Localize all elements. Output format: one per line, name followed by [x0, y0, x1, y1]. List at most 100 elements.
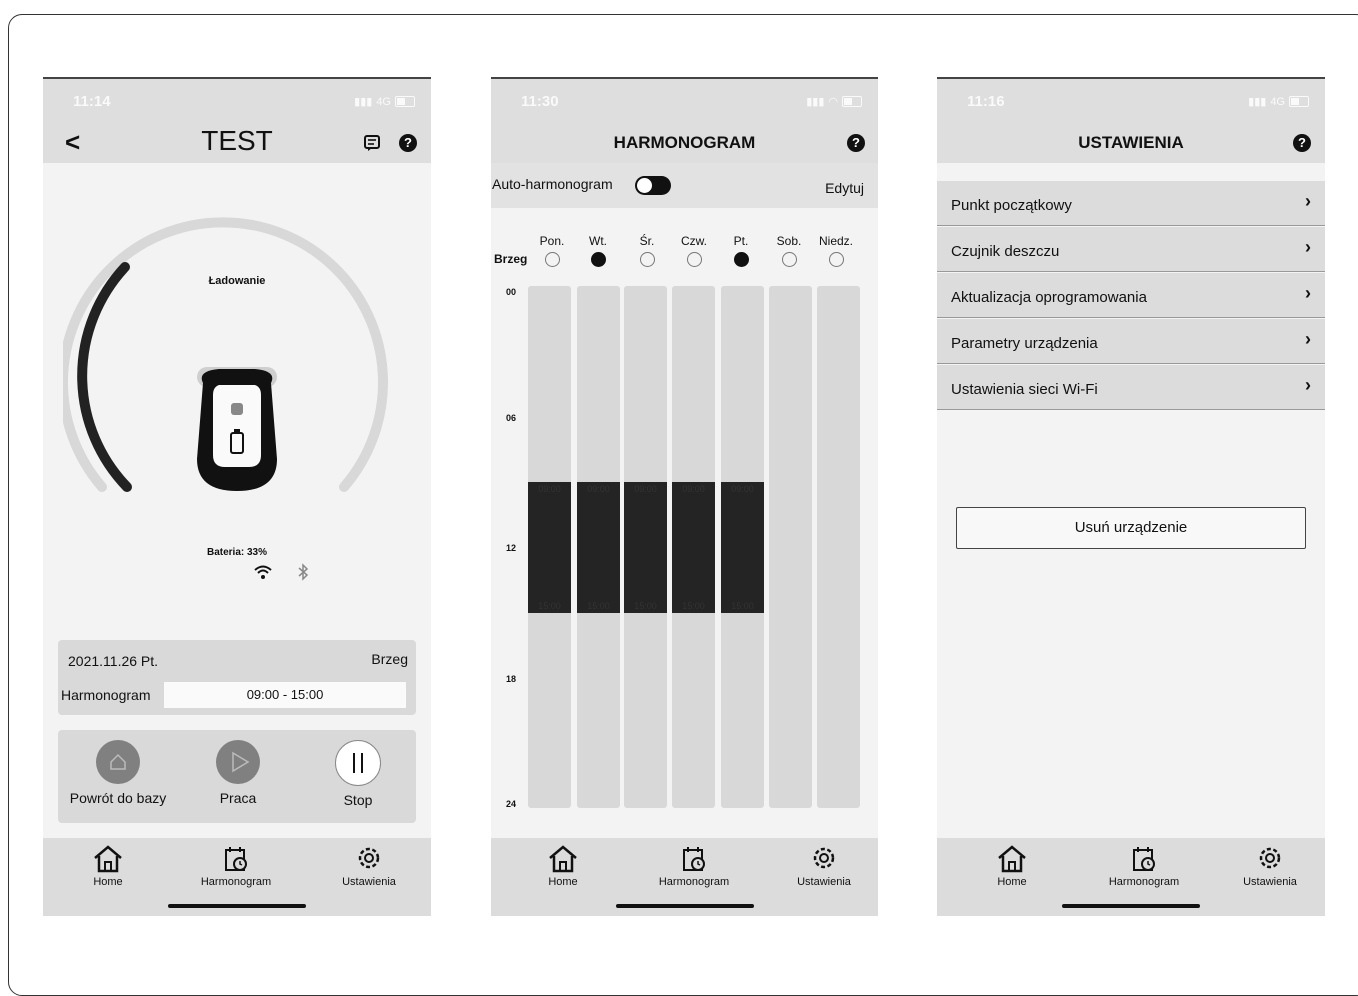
phone-device-screen: 11:14 ▮▮▮ 4G < TEST ? Ładowanie Bateria:…	[43, 77, 431, 916]
status-time: 11:30	[521, 93, 559, 110]
day-option[interactable]: Wt.	[574, 234, 622, 267]
tab-home-label: Home	[93, 876, 123, 888]
day-label: Śr.	[639, 234, 655, 248]
day-radio[interactable]	[733, 252, 749, 267]
home-icon	[549, 845, 577, 873]
wifi-status-icon: ◠	[828, 96, 838, 108]
day-radio[interactable]	[544, 252, 560, 267]
auto-schedule-bar: Auto-harmonogram Edytuj	[491, 163, 878, 208]
schedule-info-card: 2021.11.26 Pt. Brzeg Harmonogram 09:00 -…	[58, 640, 416, 715]
day-radio[interactable]	[828, 252, 844, 267]
schedule-block[interactable]: 09:00 15:00	[721, 482, 764, 613]
network-type: 4G	[1270, 95, 1285, 108]
bottom-tab-bar: Home Harmonogram Ustawienia	[491, 838, 878, 916]
day-label: Pon.	[539, 234, 565, 248]
day-option[interactable]: Śr.	[623, 234, 671, 267]
delete-device-button[interactable]: Usuń urządzenie	[956, 507, 1306, 549]
edit-button[interactable]: Edytuj	[825, 180, 864, 196]
tab-schedule[interactable]: Harmonogram	[1084, 844, 1204, 888]
day-option[interactable]: Pt.	[717, 234, 765, 267]
tab-schedule-label: Harmonogram	[200, 876, 272, 888]
return-home-label: Powrót do bazy	[69, 790, 167, 806]
tab-home[interactable]: Home	[503, 844, 623, 888]
day-radio[interactable]	[781, 252, 797, 267]
block-end-time: 15:00	[682, 601, 705, 611]
chevron-right-icon: ›	[1305, 283, 1311, 303]
gear-icon	[813, 847, 835, 869]
message-icon[interactable]	[363, 134, 381, 157]
hour-label: 18	[506, 674, 517, 684]
help-button[interactable]: ?	[1293, 134, 1311, 152]
tab-schedule[interactable]: Harmonogram	[634, 844, 754, 888]
status-label: Ładowanie	[208, 275, 266, 287]
signal-indicator: ▮▮▮ ◠	[806, 95, 862, 108]
tab-settings[interactable]: Ustawienia	[309, 844, 429, 888]
schedule-block[interactable]: 09:00 15:00	[624, 482, 667, 613]
zone-label: Brzeg	[494, 252, 528, 266]
day-option[interactable]: Niedz.	[812, 234, 860, 267]
block-start-time: 09:00	[682, 484, 705, 494]
menu-item-label: Aktualizacja oprogramowania	[951, 289, 1147, 306]
day-option[interactable]: Czw.	[670, 234, 718, 267]
home-indicator	[1062, 904, 1200, 908]
bottom-tab-bar: Home Harmonogram Ustawienia	[43, 838, 431, 916]
day-label: Czw.	[680, 234, 707, 248]
phone-schedule-screen: 11:30 ▮▮▮ ◠ HARMONOGRAM ? Auto-harmonogr…	[491, 77, 878, 916]
menu-item-label: Punkt początkowy	[951, 197, 1072, 214]
settings-menu-item[interactable]: Punkt początkowy ›	[937, 181, 1325, 226]
auto-schedule-toggle[interactable]	[635, 176, 671, 195]
battery-level: Bateria: 33%	[206, 547, 268, 558]
day-column[interactable]	[817, 286, 860, 808]
status-bar: 11:16 ▮▮▮ 4G	[937, 79, 1325, 121]
page-title: USTAWIENIA	[1078, 133, 1184, 152]
calendar-clock-icon	[683, 847, 705, 871]
settings-menu-item[interactable]: Aktualizacja oprogramowania ›	[937, 273, 1325, 318]
tab-schedule-label: Harmonogram	[658, 876, 730, 888]
schedule-block[interactable]: 09:00 15:00	[672, 482, 715, 613]
schedule-block[interactable]: 09:00 15:00	[577, 482, 620, 613]
battery-icon	[842, 96, 862, 107]
status-bar: 11:30 ▮▮▮ ◠	[491, 79, 878, 121]
day-radio[interactable]	[639, 252, 655, 267]
block-end-time: 15:00	[634, 601, 657, 611]
settings-menu-item[interactable]: Parametry urządzenia ›	[937, 319, 1325, 364]
day-option[interactable]: Pon.	[528, 234, 576, 267]
calendar-clock-icon	[1133, 847, 1155, 871]
tab-settings[interactable]: Ustawienia	[764, 844, 878, 888]
help-button[interactable]: ?	[847, 134, 865, 152]
work-button[interactable]: Praca	[178, 740, 298, 806]
day-label: Pt.	[733, 234, 749, 248]
day-option[interactable]: Sob.	[765, 234, 813, 267]
home-icon	[998, 845, 1026, 873]
block-start-time: 09:00	[634, 484, 657, 494]
home-indicator	[616, 904, 754, 908]
battery-icon	[1289, 96, 1309, 107]
return-home-button[interactable]: Powrót do bazy	[58, 740, 178, 806]
tab-home[interactable]: Home	[952, 844, 1072, 888]
control-panel: Powrót do bazy Praca Stop	[58, 730, 416, 823]
schedule-time-value: 09:00 - 15:00	[164, 682, 406, 708]
tab-home[interactable]: Home	[48, 844, 168, 888]
day-radio[interactable]	[590, 252, 606, 267]
day-radio[interactable]	[686, 252, 702, 267]
menu-item-label: Parametry urządzenia	[951, 335, 1098, 352]
pause-icon	[335, 740, 381, 786]
home-indicator	[168, 904, 306, 908]
schedule-block[interactable]: 09:00 15:00	[528, 482, 571, 613]
network-type: 4G	[376, 95, 391, 108]
tab-home-label: Home	[548, 876, 578, 888]
bottom-tab-bar: Home Harmonogram Ustawienia	[937, 838, 1325, 916]
tab-schedule-label: Harmonogram	[1108, 876, 1180, 888]
day-label: Niedz.	[818, 234, 853, 248]
day-column[interactable]	[769, 286, 812, 808]
help-button[interactable]: ?	[399, 134, 417, 152]
settings-menu-item[interactable]: Ustawienia sieci Wi-Fi ›	[937, 365, 1325, 410]
calendar-clock-icon	[225, 847, 247, 871]
tab-schedule[interactable]: Harmonogram	[176, 844, 296, 888]
tab-settings-label: Ustawienia	[1243, 876, 1297, 888]
settings-menu-item[interactable]: Czujnik deszczu ›	[937, 227, 1325, 272]
block-start-time: 09:00	[587, 484, 610, 494]
stop-button[interactable]: Stop	[298, 740, 418, 808]
tab-settings[interactable]: Ustawienia	[1210, 844, 1325, 888]
signal-indicator: ▮▮▮ 4G	[354, 95, 415, 108]
